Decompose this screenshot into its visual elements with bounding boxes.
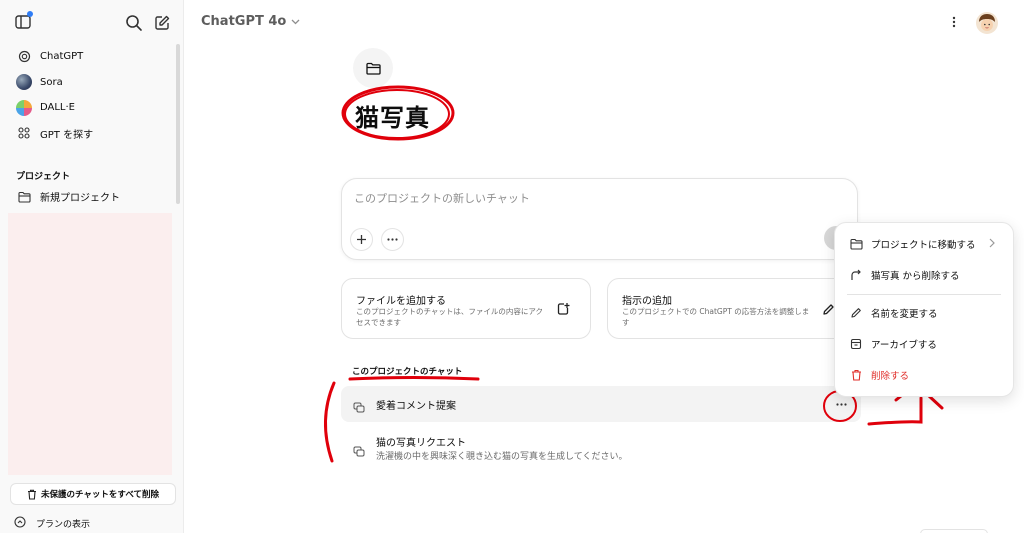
annotation-oval <box>341 85 455 141</box>
user-avatar[interactable] <box>976 12 998 34</box>
sidebar-item-explore-gpts[interactable]: GPT を探す <box>8 121 174 146</box>
openai-icon <box>16 49 32 65</box>
chat-bubbles-icon <box>353 398 365 417</box>
chat-row[interactable]: 愛着コメント提案 <box>341 386 861 422</box>
chat-title: 猫の写真リクエスト <box>376 438 466 449</box>
model-name: ChatGPT 4o <box>201 14 287 29</box>
sidebar-item-label: Sora <box>40 76 63 88</box>
chevron-down-icon <box>291 14 300 29</box>
help-button[interactable] <box>920 529 988 533</box>
new-chat-button[interactable] <box>150 11 174 35</box>
card-title: 指示の追加 <box>622 296 672 307</box>
chat-subtitle: 洗濯機の中を興味深く覗き込む猫の写真を生成してください。 <box>376 452 628 462</box>
menu-item-delete[interactable]: 削除する <box>835 361 1015 389</box>
sidebar-item-chatgpt[interactable]: ChatGPT <box>8 44 174 69</box>
pencil-icon <box>849 306 863 320</box>
sidebar-nav: ChatGPT Sora DALL·E GPT を探す <box>8 44 174 146</box>
dalle-avatar <box>16 99 32 116</box>
kebab-icon <box>952 16 956 28</box>
trash-icon <box>28 489 36 500</box>
annotation-bracket <box>324 381 336 463</box>
plan-label: プランの表示 <box>36 520 91 530</box>
compose-icon <box>155 15 170 30</box>
grid-icon <box>16 125 32 141</box>
view-plans-button[interactable]: プランの表示 <box>14 516 90 531</box>
menu-divider <box>847 294 1001 295</box>
more-options-button[interactable] <box>946 13 962 31</box>
chat-composer[interactable]: このプロジェクトの新しいチャット <box>341 178 858 260</box>
delete-unsaved-label: 未保護のチャットをすべて削除 <box>41 490 159 500</box>
sidebar-item-dalle[interactable]: DALL·E <box>8 95 174 120</box>
menu-item-remove-from-project[interactable]: 猫写真 から削除する <box>835 261 1015 289</box>
archive-icon <box>849 337 863 351</box>
search-icon <box>126 15 142 31</box>
add-instructions-card[interactable]: 指示の追加 このプロジェクトでの ChatGPT の応答方法を調整します <box>607 278 847 339</box>
menu-item-move-to-project[interactable]: プロジェクトに移動する <box>835 230 1015 258</box>
chat-bubbles-icon <box>353 442 365 461</box>
sidebar-item-label: GPT を探す <box>40 129 94 141</box>
chat-row[interactable]: 猫の写真リクエスト 洗濯機の中を興味深く覗き込む猫の写真を生成してください。 <box>341 430 861 466</box>
folder-icon <box>849 237 863 251</box>
model-selector[interactable]: ChatGPT 4o <box>201 14 300 29</box>
folder-icon <box>16 189 32 205</box>
sidebar-item-label: 新規プロジェクト <box>40 193 120 204</box>
sora-avatar <box>16 74 32 90</box>
trash-icon <box>849 368 863 382</box>
tools-button[interactable] <box>381 228 404 251</box>
toggle-sidebar-button[interactable] <box>11 10 35 34</box>
app-window: ChatGPT Sora DALL·E GPT を探す プロジェクト 新規プロジ… <box>0 0 1024 533</box>
menu-item-label: プロジェクトに移動する <box>871 240 976 251</box>
chat-title: 愛着コメント提案 <box>376 401 456 412</box>
folder-icon <box>365 62 381 75</box>
upgrade-icon <box>14 516 26 531</box>
menu-item-archive[interactable]: アーカイブする <box>835 330 1015 358</box>
chat-context-menu: プロジェクトに移動する 猫写真 から削除する 名前を変更する アーカイブする 削… <box>834 222 1014 397</box>
delete-unsaved-chats-button[interactable]: 未保護のチャットをすべて削除 <box>10 483 176 505</box>
redo-arrow-icon <box>849 268 863 282</box>
menu-item-rename[interactable]: 名前を変更する <box>835 299 1015 327</box>
annotation-underline <box>348 376 480 381</box>
sidebar-item-label: ChatGPT <box>40 51 84 62</box>
attach-button[interactable] <box>350 228 373 251</box>
chevron-right-icon <box>989 238 995 251</box>
card-description: このプロジェクトのチャットは、ファイルの内容にアクセスできます <box>356 307 544 327</box>
sidebar-top-bar <box>0 0 184 44</box>
menu-item-label: 削除する <box>871 371 910 382</box>
more-horizontal-icon <box>387 238 398 241</box>
projects-section-title: プロジェクト <box>16 172 71 182</box>
card-title: ファイルを追加する <box>356 296 446 307</box>
add-files-card[interactable]: ファイルを追加する このプロジェクトのチャットは、ファイルの内容にアクセスできま… <box>341 278 591 339</box>
sidebar-item-label: DALL·E <box>40 102 76 113</box>
menu-item-label: アーカイブする <box>871 340 937 351</box>
sidebar-item-sora[interactable]: Sora <box>8 70 174 95</box>
search-chats-button[interactable] <box>122 11 146 35</box>
card-description: このプロジェクトでの ChatGPT の応答方法を調整します <box>622 307 810 327</box>
plus-icon <box>357 235 366 244</box>
sidebar-scrollbar[interactable] <box>176 44 180 204</box>
new-project-button[interactable]: 新規プロジェクト <box>8 184 174 209</box>
composer-placeholder[interactable]: このプロジェクトの新しいチャット <box>354 190 530 206</box>
chat-history-area <box>8 213 172 475</box>
sidebar: ChatGPT Sora DALL·E GPT を探す プロジェクト 新規プロジ… <box>0 0 184 533</box>
menu-item-label: 名前を変更する <box>871 309 938 320</box>
notification-dot <box>27 11 33 17</box>
sidebar-projects: 新規プロジェクト <box>8 184 174 210</box>
add-file-icon <box>556 301 570 320</box>
menu-item-label: 猫写真 から削除する <box>871 271 960 282</box>
